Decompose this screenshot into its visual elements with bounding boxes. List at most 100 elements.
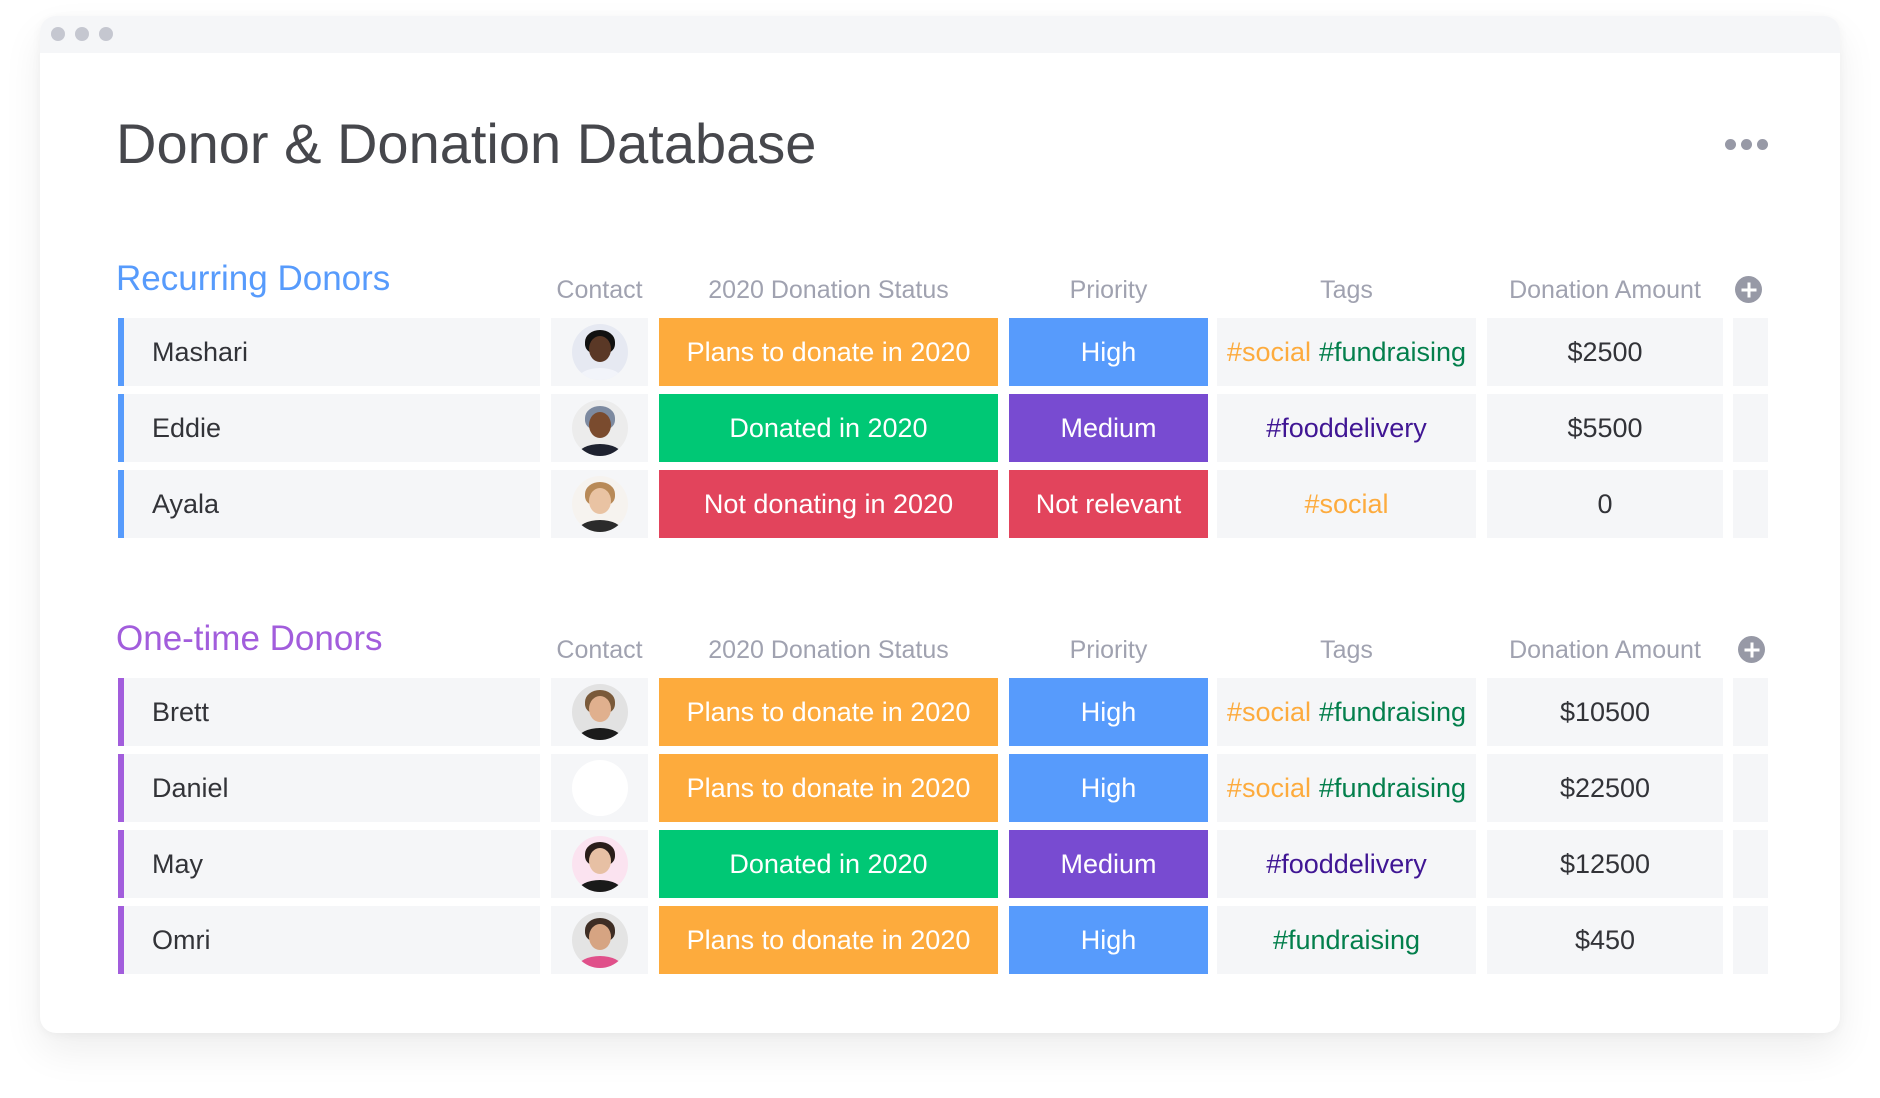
priority-label[interactable]: High <box>1009 906 1208 974</box>
priority-label[interactable]: High <box>1009 678 1208 746</box>
donor-name: Ayala <box>152 488 220 519</box>
donor-name-cell[interactable]: Mashari <box>118 318 540 386</box>
tags-cell[interactable]: #social <box>1217 470 1476 538</box>
tag[interactable]: #fundraising <box>1319 337 1466 368</box>
donor-name-cell[interactable]: Omri <box>118 906 540 974</box>
donor-name-cell[interactable]: Eddie <box>118 394 540 462</box>
contact-cell[interactable] <box>551 906 648 974</box>
column-header-amount[interactable]: Donation Amount <box>1487 634 1723 666</box>
column-header-contact[interactable]: Contact <box>551 274 648 306</box>
window-control-dot-icon[interactable] <box>75 27 89 41</box>
donation-status-label[interactable]: Donated in 2020 <box>659 830 998 898</box>
tags-cell[interactable]: #fooddelivery <box>1217 830 1476 898</box>
donation-amount-cell[interactable]: $10500 <box>1487 678 1723 746</box>
priority-label[interactable]: Not relevant <box>1009 470 1208 538</box>
avatar-ayala[interactable] <box>571 476 628 532</box>
tag[interactable]: #social <box>1227 337 1311 368</box>
column-header-priority[interactable]: Priority <box>1009 274 1208 306</box>
donor-name-cell[interactable]: Ayala <box>118 470 540 538</box>
avatar-may[interactable] <box>571 836 628 892</box>
empty-extra-cell[interactable] <box>1733 906 1768 974</box>
tag[interactable]: #fooddelivery <box>1266 849 1427 880</box>
add-column-plus-icon[interactable] <box>1738 636 1765 663</box>
window-titlebar <box>40 16 1840 53</box>
avatar-face <box>588 696 611 722</box>
tag[interactable]: #social <box>1227 697 1311 728</box>
table-row[interactable]: Brett Plans to donate in 2020 High #social #… <box>0 678 1880 746</box>
avatar-face <box>588 772 611 798</box>
avatar-face <box>588 336 611 362</box>
empty-extra-cell[interactable] <box>1733 318 1768 386</box>
more-options-button[interactable] <box>1722 132 1770 156</box>
donation-status-label[interactable]: Plans to donate in 2020 <box>659 678 998 746</box>
table-row[interactable]: Ayala Not donating in 2020 Not relevant #so… <box>0 470 1880 538</box>
table-row[interactable]: Eddie Donated in 2020 Medium #fooddelivery $… <box>0 394 1880 462</box>
donation-status-label[interactable]: Plans to donate in 2020 <box>659 906 998 974</box>
donation-amount-cell[interactable]: $22500 <box>1487 754 1723 822</box>
tag[interactable]: #fundraising <box>1319 773 1466 804</box>
tags-cell[interactable]: #social #fundraising <box>1217 318 1476 386</box>
priority-label[interactable]: High <box>1009 754 1208 822</box>
donation-amount-cell[interactable]: $450 <box>1487 906 1723 974</box>
donor-name-cell[interactable]: Daniel <box>118 754 540 822</box>
empty-extra-cell[interactable] <box>1733 394 1768 462</box>
tag[interactable]: #fundraising <box>1273 925 1420 956</box>
tags-cell[interactable]: #fooddelivery <box>1217 394 1476 462</box>
avatar-mashari[interactable] <box>571 324 628 380</box>
donation-status-label[interactable]: Not donating in 2020 <box>659 470 998 538</box>
donation-amount-cell[interactable]: $2500 <box>1487 318 1723 386</box>
column-header-tags[interactable]: Tags <box>1217 634 1476 666</box>
contact-cell[interactable] <box>551 394 648 462</box>
column-header-priority[interactable]: Priority <box>1009 634 1208 666</box>
tag[interactable]: #social <box>1304 489 1388 520</box>
empty-extra-cell[interactable] <box>1733 470 1768 538</box>
empty-extra-cell[interactable] <box>1733 678 1768 746</box>
group-title[interactable]: One-time Donors <box>116 617 382 661</box>
priority-label[interactable]: Medium <box>1009 830 1208 898</box>
avatar-face <box>588 848 611 874</box>
contact-cell[interactable] <box>551 678 648 746</box>
tag[interactable]: #fundraising <box>1319 697 1466 728</box>
priority-label[interactable]: High <box>1009 318 1208 386</box>
contact-cell[interactable] <box>551 470 648 538</box>
donor-name: Daniel <box>152 772 229 803</box>
donation-amount-cell[interactable]: $12500 <box>1487 830 1723 898</box>
table-row[interactable]: Omri Plans to donate in 2020 High #fundrais… <box>0 906 1880 974</box>
table-row[interactable]: Mashari Plans to donate in 2020 High #socia… <box>0 318 1880 386</box>
window-control-dot-icon[interactable] <box>51 27 65 41</box>
donation-amount-cell[interactable]: 0 <box>1487 470 1723 538</box>
table-row[interactable]: Daniel Plans to donate in 2020 High #social… <box>0 754 1880 822</box>
avatar-daniel[interactable] <box>571 760 628 816</box>
add-column-plus-icon[interactable] <box>1735 276 1762 303</box>
column-header-contact[interactable]: Contact <box>551 634 648 666</box>
donation-status-label[interactable]: Donated in 2020 <box>659 394 998 462</box>
column-header-amount[interactable]: Donation Amount <box>1487 274 1723 306</box>
window-control-dot-icon[interactable] <box>99 27 113 41</box>
group-title[interactable]: Recurring Donors <box>116 257 390 301</box>
table-row[interactable]: May Donated in 2020 Medium #fooddelivery $12… <box>0 830 1880 898</box>
avatar-eddie[interactable] <box>571 400 628 456</box>
column-header-status[interactable]: 2020 Donation Status <box>659 274 998 306</box>
avatar-omri[interactable] <box>571 912 628 968</box>
avatar-brett[interactable] <box>571 684 628 740</box>
contact-cell[interactable] <box>551 318 648 386</box>
empty-extra-cell[interactable] <box>1733 754 1768 822</box>
contact-cell[interactable] <box>551 830 648 898</box>
donation-amount-cell[interactable]: $5500 <box>1487 394 1723 462</box>
column-header-status[interactable]: 2020 Donation Status <box>659 634 998 666</box>
empty-extra-cell[interactable] <box>1733 830 1768 898</box>
tag[interactable]: #social <box>1227 773 1311 804</box>
avatar-face <box>588 412 611 438</box>
tags-cell[interactable]: #fundraising <box>1217 906 1476 974</box>
donor-name-cell[interactable]: Brett <box>118 678 540 746</box>
more-horizontal-icon <box>1756 138 1768 150</box>
contact-cell[interactable] <box>551 754 648 822</box>
tags-cell[interactable]: #social #fundraising <box>1217 754 1476 822</box>
donation-status-label[interactable]: Plans to donate in 2020 <box>659 754 998 822</box>
tag[interactable]: #fooddelivery <box>1266 413 1427 444</box>
donor-name-cell[interactable]: May <box>118 830 540 898</box>
tags-cell[interactable]: #social #fundraising <box>1217 678 1476 746</box>
donation-status-label[interactable]: Plans to donate in 2020 <box>659 318 998 386</box>
priority-label[interactable]: Medium <box>1009 394 1208 462</box>
column-header-tags[interactable]: Tags <box>1217 274 1476 306</box>
